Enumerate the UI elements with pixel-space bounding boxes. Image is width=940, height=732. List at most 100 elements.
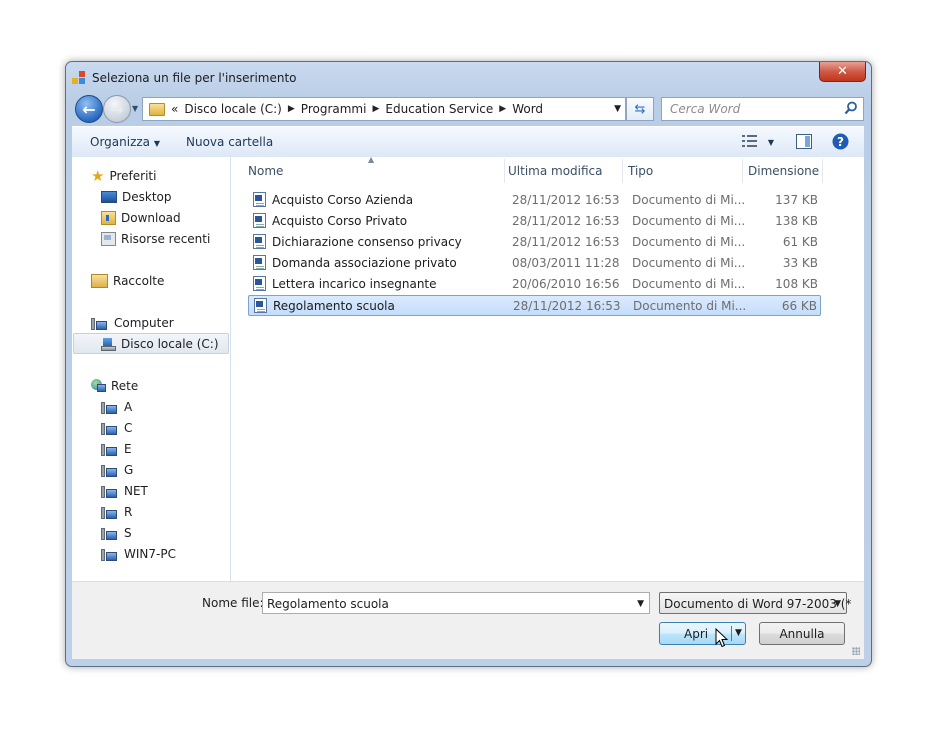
network-computer-icon	[101, 400, 119, 414]
recent-places-icon	[101, 232, 116, 246]
preview-pane-button[interactable]	[796, 134, 812, 152]
nav-item-network-win7-pc[interactable]: WIN7-PC	[101, 547, 176, 561]
file-modified: 28/11/2012 16:53	[513, 299, 621, 313]
network-icon	[91, 379, 106, 393]
recent-pages-dropdown-icon[interactable]: ▼	[132, 104, 138, 113]
nav-item-recent-places[interactable]: Risorse recenti	[101, 232, 210, 246]
svg-text:?: ?	[837, 135, 844, 149]
open-options-dropdown-icon[interactable]: ▼	[735, 628, 742, 638]
address-bar[interactable]: « Disco locale (C:) ▶ Programmi ▶ Educat…	[142, 97, 626, 121]
column-header-type[interactable]: Tipo	[628, 159, 738, 183]
view-options-button[interactable]: ▼	[742, 134, 774, 151]
organize-button[interactable]: Organizza ▼	[90, 135, 160, 149]
word-document-icon	[253, 234, 266, 249]
file-size: 61 KB	[782, 235, 818, 249]
column-label: Nome	[248, 164, 284, 178]
network-computer-icon	[101, 505, 119, 519]
open-button[interactable]: Apri ▼	[659, 622, 746, 645]
split-divider	[731, 626, 732, 641]
column-divider[interactable]	[822, 159, 823, 183]
app-icon	[72, 71, 86, 85]
forward-button[interactable]: →	[103, 95, 131, 123]
network-computer-icon	[101, 526, 119, 540]
nav-label: Raccolte	[113, 274, 165, 288]
breadcrumb-item[interactable]: Word	[512, 102, 543, 116]
nav-item-network-c[interactable]: C	[101, 421, 132, 435]
nav-item-libraries[interactable]: Raccolte	[91, 274, 164, 288]
download-folder-icon	[101, 211, 116, 225]
nav-item-network-a[interactable]: A	[101, 400, 132, 414]
cancel-button[interactable]: Annulla	[759, 622, 845, 645]
column-header-modified[interactable]: Ultima modifica	[508, 159, 618, 183]
table-row[interactable]: Dichiarazione consenso privacy 28/11/201…	[248, 232, 821, 253]
back-button[interactable]: ←	[75, 95, 103, 123]
file-type-filter[interactable]: Documento di Word 97-2003 (* ▼	[659, 592, 851, 614]
address-dropdown-icon[interactable]: ▼	[614, 104, 621, 114]
nav-item-desktop[interactable]: Desktop	[101, 190, 172, 204]
navigation-pane: ★ Preferiti Desktop Download Risorse rec…	[72, 157, 231, 581]
table-row[interactable]: Domanda associazione privato 08/03/2011 …	[248, 253, 821, 274]
chevron-right-icon[interactable]: ▶	[372, 104, 379, 114]
nav-item-download[interactable]: Download	[101, 211, 181, 225]
nav-item-computer[interactable]: Computer	[91, 316, 174, 330]
folder-icon	[149, 102, 165, 116]
nav-item-network-g[interactable]: G	[101, 463, 133, 477]
breadcrumb-item[interactable]: Disco locale (C:)	[184, 102, 282, 116]
nav-item-network[interactable]: Rete	[91, 379, 138, 393]
nav-label: C	[124, 421, 133, 435]
nav-label: Rete	[111, 379, 139, 393]
nav-label: Download	[121, 211, 181, 225]
command-bar: Organizza ▼ Nuova cartella ▼ ?	[72, 126, 864, 158]
breadcrumb-item[interactable]: Education Service	[385, 102, 493, 116]
dialog-footer: Nome file: Regolamento scuola ▼ Document…	[72, 582, 864, 659]
hard-drive-icon	[101, 337, 116, 351]
column-header-name[interactable]: Nome ▲	[248, 155, 498, 183]
search-icon[interactable]	[844, 101, 858, 115]
nav-item-network-r[interactable]: R	[101, 505, 132, 519]
file-name: Acquisto Corso Privato	[272, 214, 408, 228]
nav-item-network-e[interactable]: E	[101, 442, 132, 456]
close-button[interactable]: ✕	[819, 62, 866, 82]
chevron-right-icon[interactable]: ▶	[288, 104, 295, 114]
table-row[interactable]: Acquisto Corso Azienda 28/11/2012 16:53 …	[248, 190, 821, 211]
nav-item-network-net[interactable]: NET	[101, 484, 148, 498]
chevron-down-icon: ▼	[153, 139, 161, 148]
column-divider[interactable]	[622, 159, 623, 183]
breadcrumb-overflow[interactable]: «	[171, 102, 178, 116]
nav-item-local-disk[interactable]: Disco locale (C:)	[101, 337, 219, 351]
nav-label: Computer	[114, 316, 174, 330]
browser-area: ★ Preferiti Desktop Download Risorse rec…	[72, 155, 864, 582]
file-modified: 28/11/2012 16:53	[512, 193, 620, 207]
table-row[interactable]: Acquisto Corso Privato 28/11/2012 16:53 …	[248, 211, 821, 232]
table-row[interactable]: Lettera incarico insegnante 20/06/2010 1…	[248, 274, 821, 295]
breadcrumb-item[interactable]: Programmi	[301, 102, 367, 116]
network-computer-icon	[101, 442, 119, 456]
chevron-down-icon: ▼	[834, 599, 841, 609]
column-divider[interactable]	[742, 159, 743, 183]
chevron-down-icon[interactable]: ▼	[637, 599, 644, 609]
help-button[interactable]: ?	[832, 133, 849, 153]
refresh-button[interactable]: ⇆	[626, 97, 654, 121]
filename-field[interactable]: Regolamento scuola ▼	[262, 592, 650, 614]
search-input[interactable]: Cerca Word	[661, 97, 864, 121]
word-document-icon	[253, 255, 266, 270]
nav-label: A	[124, 400, 133, 414]
column-header-size[interactable]: Dimensione	[748, 159, 828, 183]
nav-item-network-s[interactable]: S	[101, 526, 132, 540]
nav-label: Risorse recenti	[121, 232, 211, 246]
file-size: 33 KB	[782, 256, 818, 270]
file-type: Documento di Mi...	[632, 277, 746, 291]
new-folder-button[interactable]: Nuova cartella	[186, 135, 273, 149]
view-list-icon	[742, 135, 757, 147]
file-type: Documento di Mi...	[633, 299, 747, 313]
nav-item-favorites[interactable]: ★ Preferiti	[91, 169, 156, 184]
table-row-selected[interactable]: Regolamento scuola 28/11/2012 16:53 Docu…	[248, 295, 821, 316]
help-icon: ?	[832, 133, 849, 150]
word-document-icon	[253, 192, 266, 207]
file-modified: 28/11/2012 16:53	[512, 214, 620, 228]
column-divider[interactable]	[504, 159, 505, 183]
network-computer-icon	[101, 547, 119, 561]
chevron-right-icon[interactable]: ▶	[499, 104, 506, 114]
column-label: Dimensione	[748, 164, 820, 178]
resize-grip[interactable]	[852, 647, 860, 655]
